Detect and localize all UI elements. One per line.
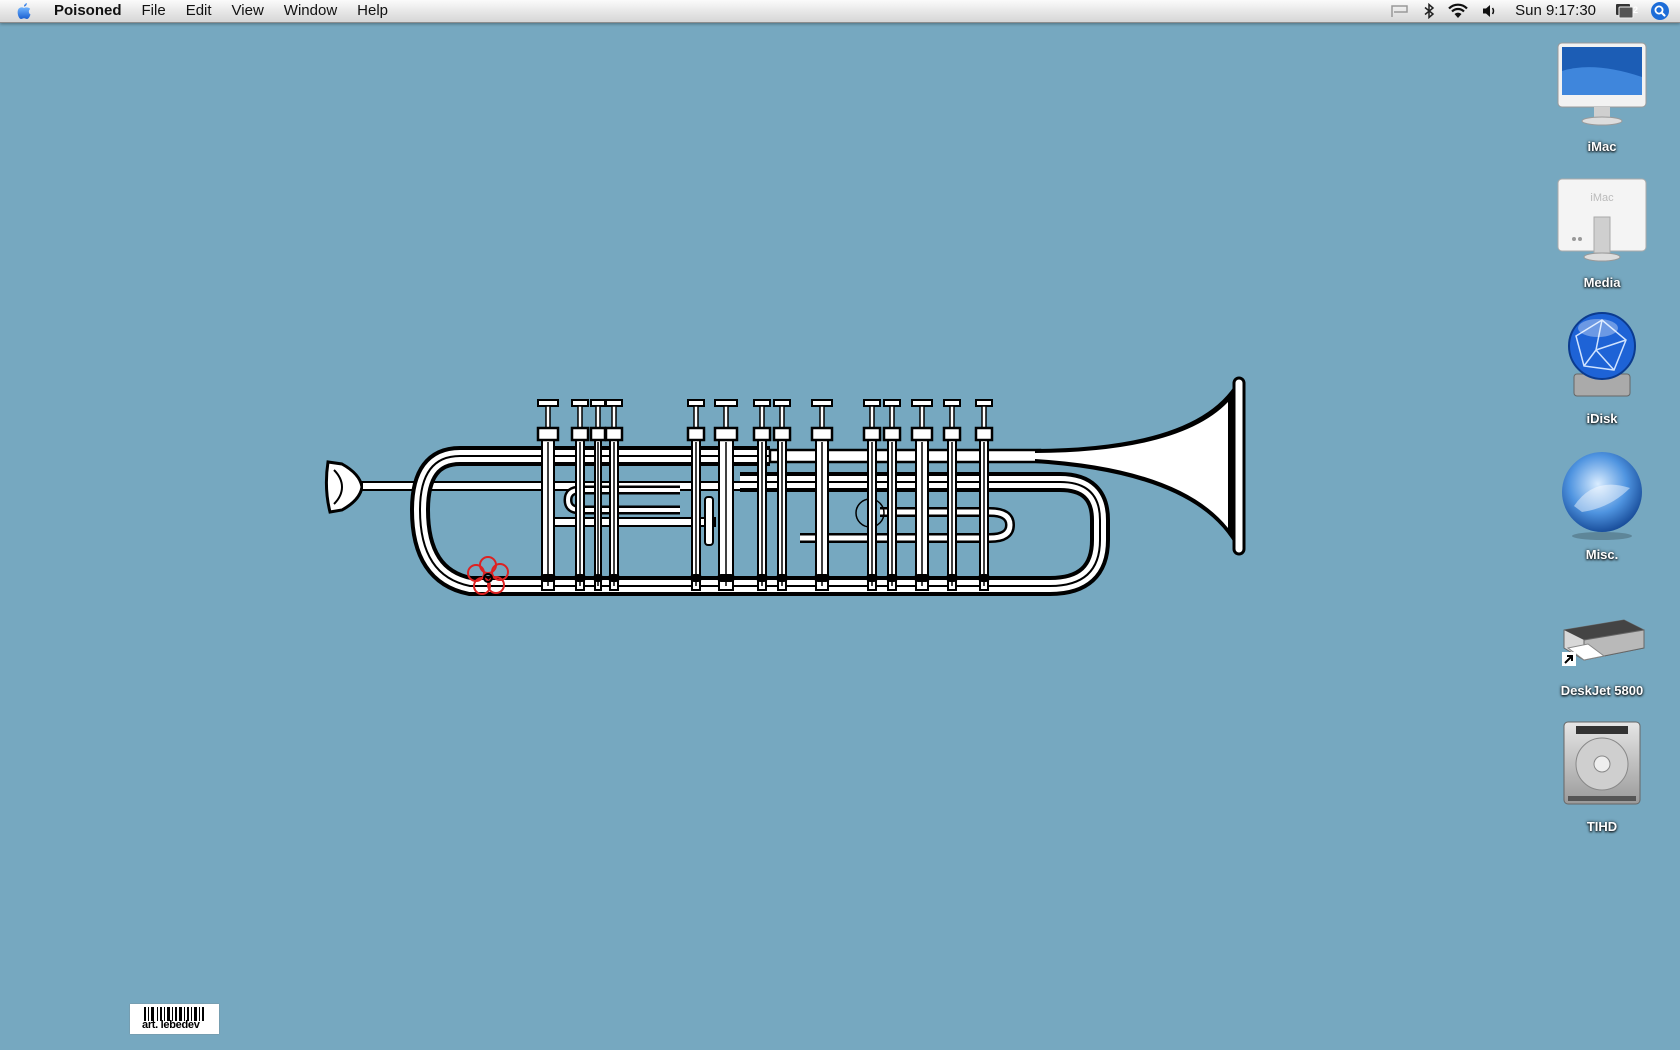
wifi-icon[interactable] <box>1441 0 1475 22</box>
menu-view[interactable]: View <box>222 0 274 22</box>
menu-edit[interactable]: Edit <box>176 0 222 22</box>
desktop-icon-label: Misc. <box>1585 547 1619 562</box>
hard-drive-icon <box>1552 716 1652 816</box>
menu-bar: Poisoned File Edit View Window Help Sun … <box>0 0 1680 23</box>
menu-window[interactable]: Window <box>274 0 347 22</box>
desktop-icon-label: TIHD <box>1586 819 1618 834</box>
alias-arrow-icon <box>1562 652 1576 666</box>
printer-icon <box>1552 580 1652 680</box>
imac-front-icon <box>1552 36 1652 136</box>
desktop-icon-label: DeskJet 5800 <box>1560 683 1644 698</box>
desktop-icon-idisk[interactable]: iDisk <box>1542 308 1662 426</box>
menu-help[interactable]: Help <box>347 0 398 22</box>
trumpet-illustration <box>324 376 1246 596</box>
app-menu[interactable]: Poisoned <box>48 0 132 22</box>
desktop-icon-media[interactable]: iMac Media <box>1542 172 1662 290</box>
art-lebedev-logo: art. lebedev <box>130 1004 219 1034</box>
flag-icon[interactable] <box>1383 0 1417 22</box>
logo-text: art. lebedev <box>142 1019 200 1031</box>
spaces-number: 2 <box>1632 5 1638 15</box>
desktop-icon-misc[interactable]: Misc. <box>1542 444 1662 562</box>
desktop-icon-label: Media <box>1583 275 1621 290</box>
menu-clock[interactable]: Sun 9:17:30 <box>1505 0 1608 22</box>
svg-text:iMac: iMac <box>1590 192 1614 204</box>
volume-icon[interactable] <box>1475 0 1505 22</box>
bluetooth-icon[interactable] <box>1417 0 1441 22</box>
spotlight-icon[interactable] <box>1644 0 1680 22</box>
imac-back-icon: iMac <box>1552 172 1652 272</box>
desktop-icon-tihd[interactable]: TIHD <box>1542 716 1662 834</box>
valve-group <box>536 399 994 591</box>
spaces-icon[interactable]: 2 <box>1608 0 1644 22</box>
blue-orb-icon <box>1552 444 1652 544</box>
desktop-icon-deskjet[interactable]: DeskJet 5800 <box>1542 580 1662 698</box>
desktop-icon-imac[interactable]: iMac <box>1542 36 1662 154</box>
apple-menu-icon[interactable] <box>0 0 48 22</box>
desktop-icon-label: iMac <box>1587 139 1617 154</box>
idisk-icon <box>1552 308 1652 408</box>
desktop-icon-label: iDisk <box>1586 411 1618 426</box>
menu-file[interactable]: File <box>132 0 176 22</box>
